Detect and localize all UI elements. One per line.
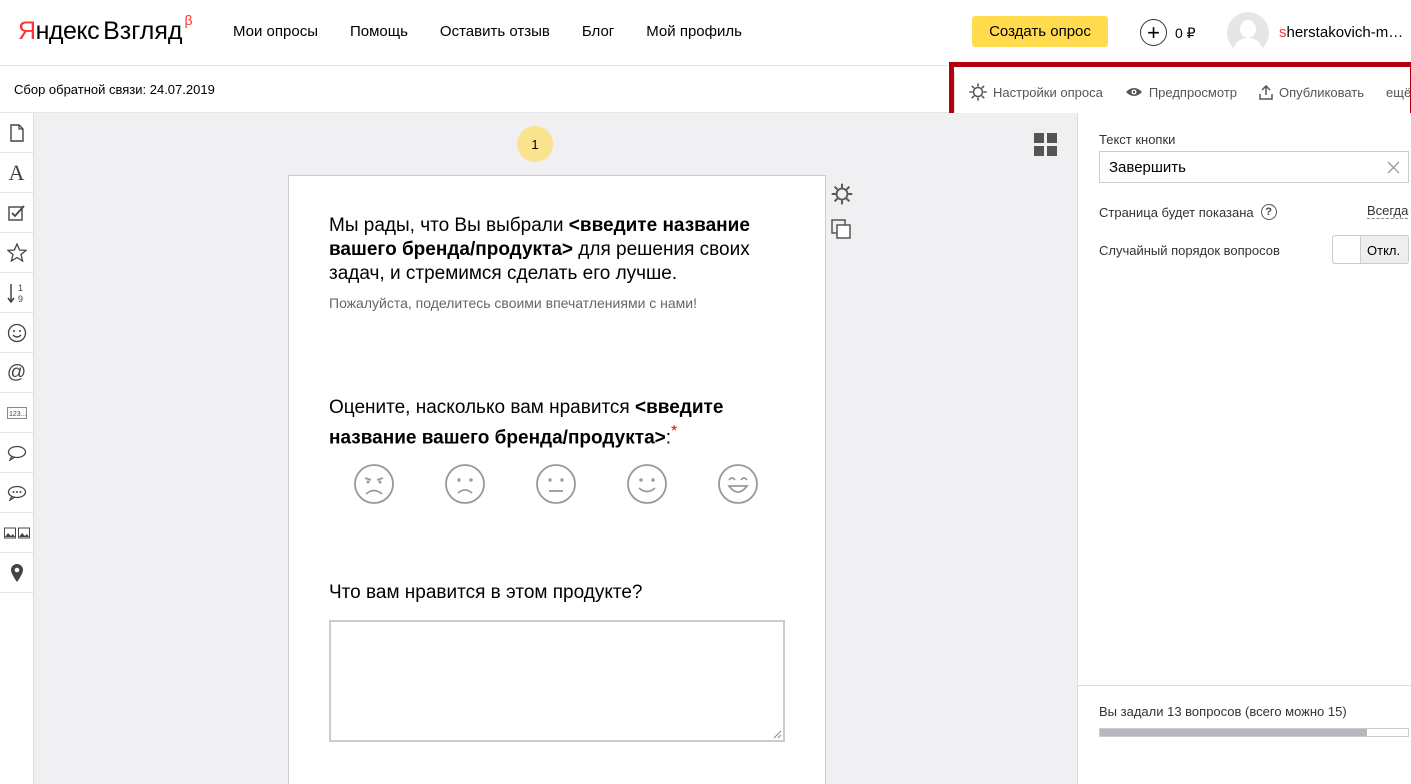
- logo-yandex: ндекс: [35, 17, 100, 45]
- comments-icon: [7, 485, 26, 501]
- more-button[interactable]: ещё: [1386, 85, 1411, 100]
- text-icon: A: [8, 159, 25, 185]
- button-text-input[interactable]: Завершить: [1099, 151, 1409, 183]
- intro-text[interactable]: Мы рады, что Вы выбрали <введите названи…: [329, 214, 789, 286]
- nav-my-surveys[interactable]: Мои опросы: [233, 23, 318, 40]
- avatar[interactable]: [1227, 12, 1269, 54]
- tool-smiley[interactable]: [0, 313, 33, 353]
- survey-settings-label: Настройки опроса: [993, 84, 1103, 100]
- progress-fill: [1100, 729, 1367, 736]
- tool-text[interactable]: A: [0, 153, 33, 193]
- likes-answer-textarea[interactable]: [329, 620, 785, 742]
- copy-page-icon[interactable]: [831, 219, 851, 239]
- location-icon: [10, 563, 23, 582]
- more-label: ещё: [1386, 84, 1411, 100]
- logo-letter: Я: [18, 17, 36, 45]
- page-settings-gear-icon[interactable]: [831, 183, 853, 205]
- svg-text:9: 9: [18, 294, 23, 304]
- question-likes-title[interactable]: Что вам нравится в этом продукте?: [329, 582, 642, 604]
- username-first-letter: s: [1279, 24, 1287, 41]
- tool-email[interactable]: @: [0, 353, 33, 393]
- button-text-label: Текст кнопки: [1099, 132, 1176, 147]
- number-icon: 123...: [6, 406, 27, 419]
- nav-blog[interactable]: Блог: [582, 23, 614, 40]
- eye-icon: [1125, 88, 1142, 96]
- required-marker: *: [671, 423, 678, 440]
- random-order-toggle[interactable]: Откл.: [1332, 235, 1409, 264]
- svg-text:123...: 123...: [9, 411, 27, 418]
- preview-label: Предпросмотр: [1148, 84, 1237, 100]
- smiley-icon: [7, 323, 26, 342]
- header: Яндекс Взгляд β Мои опросы Помощь Оставить…: [0, 0, 1411, 66]
- checkbox-icon: [7, 204, 25, 221]
- page-icon: [9, 123, 24, 142]
- random-order-label: Случайный порядок вопросов: [1099, 243, 1280, 258]
- preview-button[interactable]: Предпросмотр: [1125, 85, 1237, 100]
- help-icon[interactable]: ?: [1260, 204, 1277, 220]
- survey-page-card: Мы рады, что Вы выбрали <введите названи…: [288, 175, 826, 784]
- nav-help[interactable]: Помощь: [350, 23, 408, 40]
- neutral-face-icon[interactable]: [535, 463, 577, 505]
- questions-quota: Вы задали 13 вопросов (всего можно 15): [1078, 685, 1411, 784]
- publish-button[interactable]: Опубликовать: [1259, 84, 1365, 100]
- question-tools: A 19 @ 123...: [0, 113, 34, 784]
- toggle-state-label: Откл.: [1367, 243, 1401, 258]
- publish-label: Опубликовать: [1279, 84, 1365, 100]
- nav-feedback[interactable]: Оставить отзыв: [440, 23, 550, 40]
- logo-beta: β: [184, 12, 193, 28]
- very-sad-face-icon[interactable]: [353, 463, 395, 505]
- smiley-scale: [353, 463, 808, 505]
- survey-toolbar: Настройки опроса Предпросмотр Опубликова…: [949, 62, 1411, 118]
- tool-ranking[interactable]: 19: [0, 273, 33, 313]
- tool-rating[interactable]: [0, 233, 33, 273]
- questions-progress-bar: [1099, 728, 1409, 737]
- sort-icon: 19: [6, 283, 23, 304]
- page-visibility-row: Страница будет показана ?: [1099, 204, 1277, 220]
- main-nav: Мои опросы Помощь Оставить отзыв Блог Мо…: [233, 23, 774, 40]
- page-visibility-dropdown[interactable]: Всегда: [1367, 204, 1409, 219]
- tool-checkbox[interactable]: [0, 193, 33, 233]
- comment-icon: [7, 445, 26, 461]
- page-visibility-label: Страница будет показана: [1099, 204, 1254, 220]
- sad-face-icon[interactable]: [444, 463, 486, 505]
- survey-settings-button[interactable]: Настройки опроса: [969, 83, 1103, 101]
- add-funds-button[interactable]: +: [1140, 19, 1167, 46]
- page-number-badge[interactable]: 1: [517, 126, 553, 162]
- star-icon: [6, 243, 27, 262]
- intro-part1: Мы рады, что Вы выбрали: [329, 215, 569, 236]
- toggle-knob: [1333, 236, 1361, 263]
- q1-part1: Оцените, насколько вам нравится: [329, 397, 636, 418]
- images-icon: [3, 527, 30, 538]
- tool-location[interactable]: [0, 553, 33, 593]
- editor-canvas: 1 Мы рады, что Вы выбрали <введите назва…: [34, 113, 1077, 784]
- tool-comments[interactable]: [0, 473, 33, 513]
- settings-panel: Текст кнопки Завершить Страница будет по…: [1077, 113, 1411, 784]
- balance: 0 ₽: [1175, 25, 1196, 41]
- tool-page[interactable]: [0, 113, 33, 153]
- svg-text:1: 1: [18, 283, 23, 293]
- very-happy-face-icon[interactable]: [717, 463, 759, 505]
- username-rest: herstakovich-m…: [1286, 24, 1404, 41]
- tool-images[interactable]: [0, 513, 33, 553]
- grid-view-icon[interactable]: [1034, 133, 1057, 156]
- nav-profile[interactable]: Мой профиль: [646, 23, 742, 40]
- tool-comment[interactable]: [0, 433, 33, 473]
- gear-icon: [969, 83, 987, 101]
- plus-icon: +: [1147, 19, 1160, 45]
- clear-icon[interactable]: [1387, 161, 1400, 174]
- survey-title[interactable]: Сбор обратной связи: 24.07.2019: [14, 82, 215, 97]
- button-text-value: Завершить: [1109, 159, 1186, 176]
- questions-count-text: Вы задали 13 вопросов (всего можно 15): [1099, 704, 1347, 719]
- email-icon: @: [6, 361, 27, 383]
- create-survey-button[interactable]: Создать опрос: [972, 16, 1108, 47]
- question-rating-title[interactable]: Оцените, насколько вам нравится <введите…: [329, 396, 789, 450]
- username[interactable]: sherstakovich-m…: [1279, 24, 1403, 41]
- tool-number[interactable]: 123...: [0, 393, 33, 433]
- intro-subtitle[interactable]: Пожалуйста, поделитесь своими впечатлени…: [329, 295, 697, 311]
- resize-handle-icon[interactable]: [773, 730, 782, 739]
- happy-face-icon[interactable]: [626, 463, 668, 505]
- logo[interactable]: Яндекс Взгляд β: [18, 12, 193, 49]
- upload-icon: [1259, 84, 1273, 100]
- logo-product: Взгляд: [103, 17, 183, 45]
